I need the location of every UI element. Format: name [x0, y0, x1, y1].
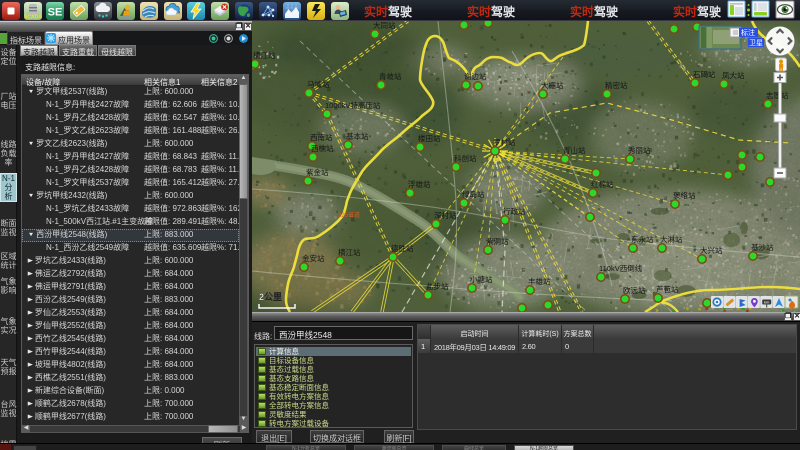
svg-text:精密站: 精密站 [605, 80, 628, 90]
svg-text:大栅站: 大栅站 [541, 80, 564, 90]
svg-text:卫星: 卫星 [749, 39, 763, 47]
svg-text:绿岛站: 绿岛站 [462, 189, 485, 199]
svg-text:芦苞站: 芦苞站 [656, 284, 679, 294]
svg-text:西樵站: 西樵站 [311, 143, 334, 153]
svg-text:紫金站: 紫金站 [306, 167, 329, 177]
svg-text:马墟站: 马墟站 [307, 79, 330, 89]
svg-text:凤大站: 凤大站 [722, 70, 745, 80]
svg-text:1000kV特高压站: 1000kV特高压站 [325, 100, 381, 110]
svg-text:基本站: 基本站 [346, 131, 369, 141]
svg-text:小塘站: 小塘站 [470, 274, 493, 284]
svg-text:325省道: 325省道 [338, 211, 360, 219]
svg-text:基沙站: 基沙站 [751, 242, 774, 252]
svg-text:谢边站: 谢边站 [464, 71, 487, 81]
svg-text:东永站: 东永站 [631, 234, 654, 244]
svg-text:横江站: 横江站 [338, 247, 361, 257]
svg-text:石碣站: 石碣站 [693, 69, 716, 79]
svg-text:秀丽站: 秀丽站 [628, 145, 651, 155]
svg-text:大同站: 大同站 [373, 21, 396, 30]
svg-text:SE: SE [48, 7, 63, 19]
svg-text:金安站: 金安站 [302, 253, 325, 263]
svg-text:青山站: 青山站 [563, 145, 586, 155]
svg-text:欧远站: 欧远站 [623, 285, 646, 295]
svg-text:红棉站: 红棉站 [591, 179, 614, 189]
svg-text:大兴站: 大兴站 [700, 245, 723, 255]
svg-text:罗村站: 罗村站 [493, 137, 516, 147]
svg-text:SCADA: SCADA [24, 15, 42, 21]
svg-text:大淋站: 大淋站 [660, 234, 683, 244]
svg-text:志愿站: 志愿站 [766, 90, 789, 100]
svg-text:浮雄站: 浮雄站 [408, 179, 431, 189]
svg-text:km: km [764, 300, 770, 305]
svg-text:西南站: 西南站 [310, 132, 333, 142]
svg-text:深村站: 深村站 [434, 210, 457, 220]
svg-text:德胜站: 德胜站 [391, 243, 414, 253]
svg-text:褒络站: 褒络站 [673, 190, 696, 200]
svg-text:丰雄站: 丰雄站 [528, 276, 551, 286]
svg-text:行政站: 行政站 [503, 206, 526, 216]
svg-text:横江站: 横江站 [253, 50, 276, 60]
svg-text:紫洞站: 紫洞站 [486, 236, 509, 246]
svg-text:楼田站: 楼田站 [418, 133, 441, 143]
svg-text:科创站: 科创站 [454, 153, 477, 163]
svg-text:盐步站: 盐步站 [426, 281, 449, 291]
svg-text:标注: 标注 [741, 28, 755, 37]
svg-text:青岐站: 青岐站 [379, 71, 402, 81]
svg-text:2公里: 2公里 [259, 292, 282, 302]
svg-text:110kV西倒线: 110kV西倒线 [599, 263, 643, 273]
